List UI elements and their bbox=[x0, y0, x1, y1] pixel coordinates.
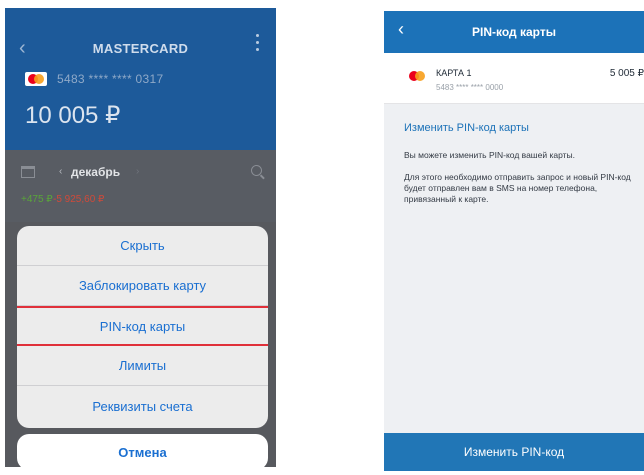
prev-month-icon[interactable]: ‹ bbox=[59, 166, 62, 177]
calendar-icon[interactable] bbox=[21, 166, 35, 178]
right-phone-screen: ‹ PIN-код карты КАРТА 1 5483 **** **** 0… bbox=[384, 11, 644, 471]
card-summary[interactable]: КАРТА 1 5483 **** **** 0000 5 005 ₽ bbox=[384, 53, 644, 104]
card-header: ‹ MASTERCARD 5483 **** **** 0317 10 005 … bbox=[5, 8, 276, 150]
pin-header: ‹ PIN-код карты bbox=[384, 11, 644, 53]
hide-card-button[interactable]: Скрыть bbox=[17, 226, 268, 266]
mastercard-logo-icon bbox=[25, 72, 47, 86]
search-icon[interactable] bbox=[251, 165, 262, 176]
next-month-icon[interactable]: › bbox=[136, 166, 139, 177]
transactions-filter: ‹ декабрь › +475 ₽ -5 925,60 ₽ bbox=[5, 150, 276, 222]
pin-code-button[interactable]: PIN-код карты bbox=[17, 306, 268, 346]
card-name: КАРТА 1 bbox=[436, 68, 472, 78]
mastercard-logo-icon bbox=[406, 69, 428, 83]
block-card-button[interactable]: Заблокировать карту bbox=[17, 266, 268, 306]
card-balance: 10 005 ₽ bbox=[25, 102, 121, 129]
card-number: 5483 **** **** 0000 bbox=[436, 83, 504, 92]
card-number: 5483 **** **** 0317 bbox=[57, 72, 164, 86]
pin-info-section: Изменить PIN-код карты Вы можете изменит… bbox=[384, 104, 644, 444]
account-details-button[interactable]: Реквизиты счета bbox=[17, 386, 268, 426]
change-pin-link[interactable]: Изменить PIN-код карты bbox=[404, 122, 529, 134]
instructions-text: Для этого необходимо отправить запрос и … bbox=[404, 172, 631, 204]
change-pin-button[interactable]: Изменить PIN-код bbox=[384, 433, 644, 471]
info-text: Вы можете изменить PIN-код вашей карты. bbox=[404, 150, 575, 160]
month-label: декабрь bbox=[71, 165, 121, 179]
income-total: +475 ₽ bbox=[21, 194, 53, 205]
left-phone-screen: ‹ MASTERCARD 5483 **** **** 0317 10 005 … bbox=[5, 8, 276, 467]
limits-button[interactable]: Лимиты bbox=[17, 346, 268, 386]
expense-total: -5 925,60 ₽ bbox=[53, 194, 105, 205]
page-title: MASTERCARD bbox=[92, 41, 189, 56]
card-amount: 5 005 ₽ bbox=[609, 68, 644, 79]
cancel-button[interactable]: Отмена bbox=[17, 434, 268, 467]
more-options-icon[interactable] bbox=[256, 34, 260, 51]
page-title: PIN-код карты bbox=[472, 25, 556, 39]
action-sheet: Скрыть Заблокировать карту PIN-код карты… bbox=[17, 226, 268, 428]
